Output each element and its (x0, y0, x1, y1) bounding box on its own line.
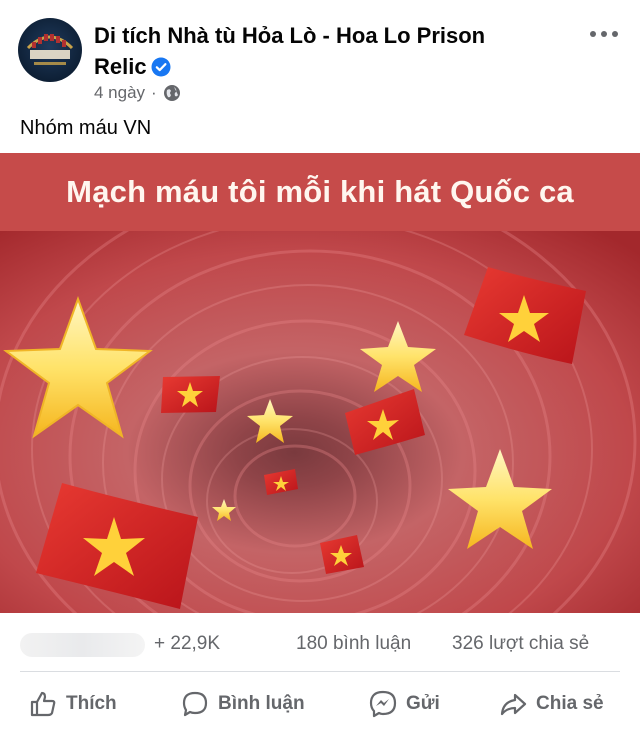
globe-icon (163, 85, 180, 101)
like-button[interactable]: Thích (28, 686, 117, 722)
shares-count[interactable]: 326 lượt chia sẻ (452, 633, 589, 655)
post-image[interactable]: Mạch máu tôi mỗi khi hát Quốc ca (0, 153, 640, 613)
comment-label: Bình luận (218, 693, 305, 714)
share-button[interactable]: Chia sẻ (498, 686, 604, 722)
reactions-count[interactable]: + 22,9K (154, 633, 220, 655)
messenger-icon (369, 690, 397, 718)
share-arrow-icon (500, 693, 527, 716)
flag-left-center (161, 376, 220, 413)
page-avatar[interactable] (18, 18, 82, 82)
share-label: Chia sẻ (536, 693, 604, 714)
divider (20, 671, 620, 672)
like-label: Thích (66, 693, 117, 714)
blood-vessel-illustration (0, 231, 640, 613)
send-button[interactable]: Gửi (368, 686, 440, 722)
send-label: Gửi (406, 693, 440, 714)
prison-logo-icon (26, 34, 74, 65)
post-caption: Nhóm máu VN (20, 117, 152, 139)
more-options-icon[interactable] (590, 24, 618, 44)
comment-button[interactable]: Bình luận (180, 686, 305, 722)
banner-text: Mạch máu tôi mỗi khi hát Quốc ca (66, 174, 574, 209)
post-timestamp[interactable]: 4 ngày (94, 83, 145, 103)
meta-separator: · (151, 83, 157, 102)
post-meta: 4 ngày · (94, 83, 181, 103)
verified-badge-icon (151, 57, 171, 77)
image-banner: Mạch máu tôi mỗi khi hát Quốc ca (0, 153, 640, 231)
thumbs-up-icon (30, 691, 56, 717)
post-header: Di tích Nhà tù Hỏa Lò - Hoa Lo Prison Re… (0, 0, 640, 110)
comments-count[interactable]: 180 bình luận (296, 633, 411, 655)
reaction-icons-blurred[interactable] (20, 633, 145, 657)
post-stats: + 22,9K 180 bình luận 326 lượt chia sẻ (0, 625, 640, 665)
post-actions: Thích Bình luận Gửi Chia sẻ (0, 678, 640, 730)
page-name[interactable]: Di tích Nhà tù Hỏa Lò - Hoa Lo Prison Re… (94, 20, 524, 82)
comment-bubble-icon (182, 691, 208, 717)
